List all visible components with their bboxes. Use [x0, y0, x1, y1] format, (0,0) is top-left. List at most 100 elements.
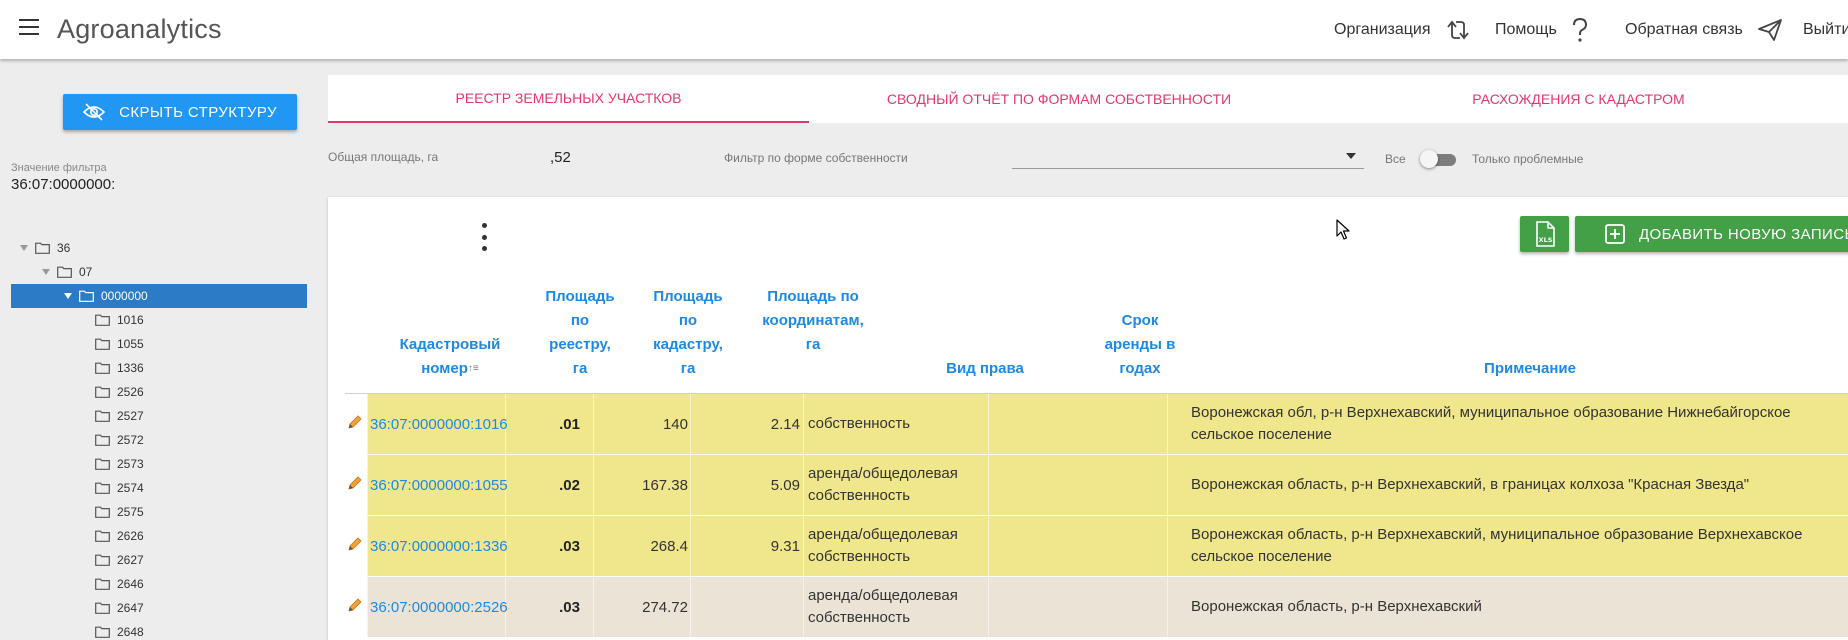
tree-node[interactable]: 1336: [11, 356, 307, 380]
add-record-label: ДОБАВИТЬ НОВУЮ ЗАПИСЬ: [1639, 225, 1848, 243]
edit-pencil-icon[interactable]: [347, 597, 363, 618]
nav-help[interactable]: Помощь: [1495, 0, 1589, 59]
tab-ownership-report[interactable]: Сводный отчёт по формам собственности: [809, 75, 1309, 123]
cell-cadastral[interactable]: 36:07:0000000:1055: [370, 455, 508, 515]
tree-node[interactable]: 2575: [11, 500, 307, 524]
tree-node[interactable]: 2573: [11, 452, 307, 476]
column-divider: [593, 455, 594, 515]
expand-triangle-icon[interactable]: [41, 269, 51, 275]
tree-node-label: 2527: [117, 409, 144, 423]
expand-triangle-icon[interactable]: [63, 293, 73, 299]
col-note-header[interactable]: Примечание: [1380, 357, 1680, 381]
nav-feedback-label: Обратная связь: [1625, 20, 1743, 38]
tree-node[interactable]: 2646: [11, 572, 307, 596]
send-icon: [1757, 18, 1783, 42]
tree-node[interactable]: 2627: [11, 548, 307, 572]
tree-node[interactable]: 36: [11, 236, 307, 260]
nav-exit[interactable]: Выйти: [1803, 0, 1848, 59]
cell-cadastral[interactable]: 36:07:0000000:1336: [370, 516, 508, 576]
tree-node[interactable]: 1016: [11, 308, 307, 332]
cell-cadastral[interactable]: 36:07:0000000:2526: [370, 577, 508, 637]
export-xls-button[interactable]: XLS: [1520, 216, 1569, 252]
dropdown-arrow-icon: [1346, 153, 1356, 159]
edit-pencil-icon[interactable]: [347, 414, 363, 435]
app-bar: Agroanalytics Организация Помощь Обратна…: [0, 0, 1848, 59]
col-lease-term-header[interactable]: Срок аренды в годах: [1100, 309, 1180, 381]
tree-node[interactable]: 2574: [11, 476, 307, 500]
ownership-filter-label: Фильтр по форме собственности: [724, 151, 908, 165]
folder-icon: [95, 602, 110, 614]
column-divider: [367, 455, 368, 515]
folder-icon: [95, 410, 110, 422]
ownership-filter-select[interactable]: [1012, 143, 1364, 169]
column-divider: [367, 516, 368, 576]
nav-feedback[interactable]: Обратная связь: [1625, 0, 1783, 59]
col-area-cadastre-header[interactable]: Площадь по кадастру, га: [648, 285, 728, 381]
col-cadastral-header[interactable]: Кадастровый номер↑≡: [380, 333, 520, 381]
row-separator: [345, 637, 1848, 638]
cell-area-coords: 9.31: [770, 537, 800, 555]
table-row[interactable]: 36:07:0000000:1016 .01 140 2.14 собственност…: [345, 394, 1848, 455]
folder-icon: [95, 578, 110, 590]
tree-node[interactable]: 2648: [11, 620, 307, 640]
column-divider: [988, 577, 989, 637]
cell-cadastral[interactable]: 36:07:0000000:1016: [370, 394, 508, 454]
table-row[interactable]: 36:07:0000000:1336 .03 268.4 9.31 аренда/общ…: [345, 516, 1848, 577]
tab-land-registry[interactable]: Реестр земельных участков: [328, 75, 809, 123]
folder-icon: [95, 458, 110, 470]
cell-note: Воронежская обл, р-н Верхнехавский, муни…: [1191, 404, 1791, 443]
tree-node-label: 1016: [117, 313, 144, 327]
column-divider: [690, 394, 691, 454]
column-divider: [1167, 516, 1168, 576]
col-area-registry-header[interactable]: Площадь по реестру, га: [540, 285, 620, 381]
edit-pencil-icon[interactable]: [347, 536, 363, 557]
expand-triangle-icon[interactable]: [19, 245, 29, 251]
xls-file-icon: XLS: [1535, 221, 1555, 247]
plus-box-icon: [1605, 224, 1625, 244]
tree-node[interactable]: 0000000: [11, 284, 307, 308]
tree-node[interactable]: 2527: [11, 404, 307, 428]
filter-value: 36:07:0000000:: [11, 176, 116, 193]
edit-pencil-icon[interactable]: [347, 475, 363, 496]
folder-icon: [79, 290, 94, 302]
cell-lease-term: [995, 455, 1160, 515]
col-area-coords-header[interactable]: Площадь по координатам, га: [758, 285, 868, 357]
column-divider: [367, 577, 368, 637]
tab-cadastre-discrepancies[interactable]: Расхождения с кадастром: [1309, 75, 1848, 123]
column-divider: [803, 455, 804, 515]
column-divider: [803, 394, 804, 454]
tree-node[interactable]: 2626: [11, 524, 307, 548]
sort-icon[interactable]: ↑≡: [468, 363, 479, 374]
tree-node[interactable]: 2526: [11, 380, 307, 404]
table-row[interactable]: 36:07:0000000:2526 .03 274.72 аренда/общедо…: [345, 577, 1848, 638]
folder-icon: [95, 434, 110, 446]
folder-icon: [95, 314, 110, 326]
tree-node[interactable]: 1055: [11, 332, 307, 356]
tree-node[interactable]: 07: [11, 260, 307, 284]
table-row[interactable]: 36:07:0000000:1055 .02 167.38 5.09 аренда/об…: [345, 455, 1848, 516]
column-divider: [803, 516, 804, 576]
tree-node[interactable]: 2647: [11, 596, 307, 620]
add-record-button[interactable]: ДОБАВИТЬ НОВУЮ ЗАПИСЬ: [1575, 216, 1848, 252]
tree-node-label: 2526: [117, 385, 144, 399]
eye-off-icon: [83, 103, 106, 121]
cell-area-coords: 5.09: [770, 476, 800, 494]
hide-structure-button[interactable]: СКРЫТЬ СТРУКТУРУ: [63, 94, 297, 130]
more-vert-icon[interactable]: [478, 223, 490, 251]
cell-right-type: собственность: [808, 415, 911, 432]
tabs: Реестр земельных участков Сводный отчёт …: [328, 75, 1848, 123]
question-icon: [1571, 17, 1589, 43]
problem-only-toggle[interactable]: [1420, 150, 1456, 168]
tree-node-label: 2648: [117, 625, 144, 639]
tree-node-label: 2574: [117, 481, 144, 495]
nav-exit-label: Выйти: [1803, 20, 1848, 38]
cell-area-coords: [700, 577, 800, 637]
tree-node[interactable]: 2572: [11, 428, 307, 452]
menu-icon[interactable]: [19, 19, 39, 35]
cell-lease-term: [995, 577, 1160, 637]
nav-organization[interactable]: Организация: [1334, 0, 1471, 59]
col-right-type-header[interactable]: Вид права: [900, 357, 1070, 381]
folder-icon: [95, 338, 110, 350]
nav-help-label: Помощь: [1495, 20, 1557, 38]
folder-icon: [95, 530, 110, 542]
